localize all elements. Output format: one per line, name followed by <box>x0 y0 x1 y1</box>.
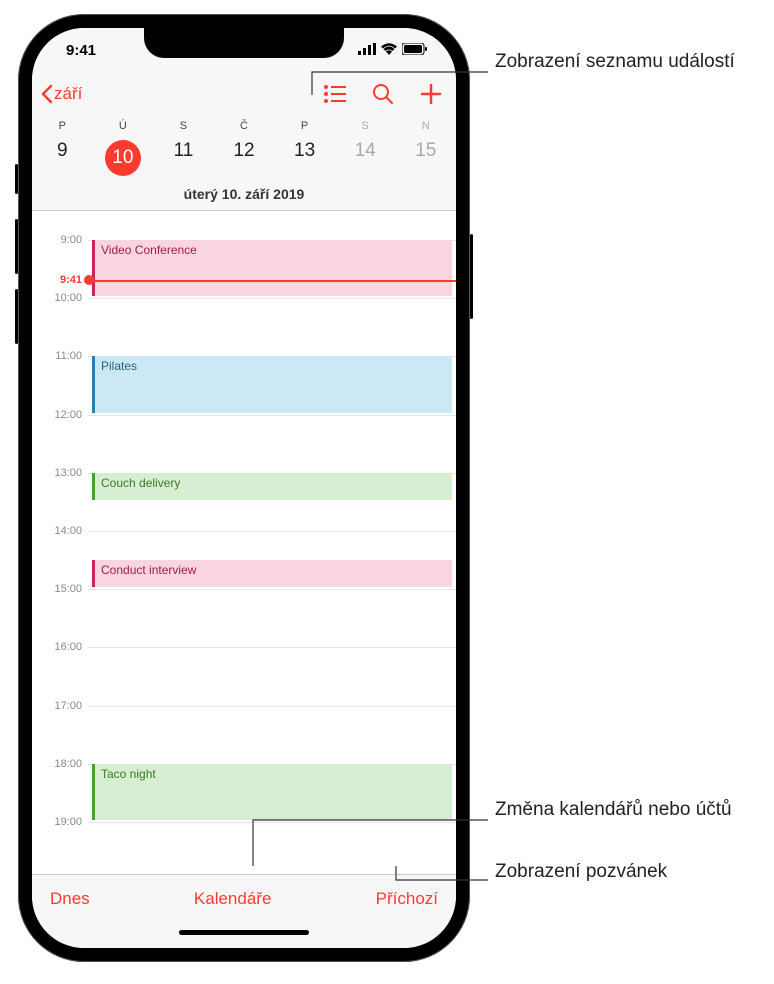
now-indicator-dot <box>84 275 94 285</box>
search-button[interactable] <box>372 83 394 105</box>
notch <box>144 28 344 58</box>
hour-gridline <box>88 589 456 590</box>
screen: 9:41 září <box>32 28 456 948</box>
hour-label: 13:00 <box>32 467 82 479</box>
hour-label: 9:00 <box>32 234 82 246</box>
weekday-label: P <box>274 116 335 132</box>
callout-calendars: Změna kalendářů nebo účtů <box>495 798 732 823</box>
add-button[interactable] <box>420 83 442 105</box>
status-time: 9:41 <box>66 42 96 59</box>
weekday-label: Č <box>214 116 275 132</box>
now-indicator-line <box>88 280 456 282</box>
day-timeline[interactable]: 9:00 10:00 11:00 12:00 13:00 14:00 15:00 16:00 1… <box>32 211 456 874</box>
callout-inbox: Zobrazení pozvánek <box>495 860 667 885</box>
home-indicator[interactable] <box>179 930 309 935</box>
day-number[interactable]: 11 <box>153 132 214 186</box>
hour-gridline <box>88 415 456 416</box>
calendar-event[interactable]: Pilates <box>92 356 452 412</box>
day-number[interactable]: 10 <box>93 132 154 186</box>
cellular-icon <box>358 42 376 59</box>
calendar-event[interactable]: Conduct interview <box>92 560 452 587</box>
callout-list-view: Zobrazení seznamu událostí <box>495 50 735 75</box>
back-button[interactable]: září <box>40 84 82 104</box>
inbox-button[interactable]: Příchozí <box>376 889 438 909</box>
day-number[interactable]: 9 <box>32 132 93 186</box>
weekday-label: Ú <box>93 116 154 132</box>
weekday-label: S <box>153 116 214 132</box>
calendar-event[interactable]: Couch delivery <box>92 473 452 500</box>
hour-gridline <box>88 298 456 299</box>
day-number[interactable]: 15 <box>395 132 456 186</box>
wifi-icon <box>381 42 397 59</box>
hour-label: 18:00 <box>32 758 82 770</box>
hour-label: 11:00 <box>32 350 82 362</box>
back-label: září <box>54 84 82 104</box>
day-number[interactable]: 13 <box>274 132 335 186</box>
phone-frame: 9:41 září <box>18 14 470 962</box>
hour-gridline <box>88 531 456 532</box>
hour-gridline <box>88 822 456 823</box>
full-date-label: úterý 10. září 2019 <box>32 186 456 210</box>
calendar-event[interactable]: Video Conference <box>92 240 452 296</box>
hour-gridline <box>88 706 456 707</box>
weekday-label: N <box>395 116 456 132</box>
battery-icon <box>402 42 428 59</box>
calendar-event[interactable]: Taco night <box>92 764 452 820</box>
now-indicator-label: 9:41 <box>32 274 82 286</box>
hour-label: 17:00 <box>32 700 82 712</box>
weekday-label: S <box>335 116 396 132</box>
day-number[interactable]: 14 <box>335 132 396 186</box>
today-button[interactable]: Dnes <box>50 889 90 909</box>
home-indicator-area <box>32 922 456 948</box>
chevron-left-icon <box>40 84 54 104</box>
week-header: PÚSČPSN 9101112131415 úterý 10. září 201… <box>32 116 456 211</box>
bottom-toolbar: Dnes Kalendáře Příchozí <box>32 874 456 922</box>
hour-label: 14:00 <box>32 525 82 537</box>
weekday-label: P <box>32 116 93 132</box>
nav-bar: září <box>32 72 456 116</box>
hour-label: 10:00 <box>32 292 82 304</box>
list-view-button[interactable] <box>324 85 346 103</box>
hour-label: 19:00 <box>32 816 82 828</box>
day-number[interactable]: 12 <box>214 132 275 186</box>
hour-gridline <box>88 647 456 648</box>
calendars-button[interactable]: Kalendáře <box>194 889 272 909</box>
hour-label: 12:00 <box>32 409 82 421</box>
hour-label: 15:00 <box>32 583 82 595</box>
hour-label: 16:00 <box>32 641 82 653</box>
